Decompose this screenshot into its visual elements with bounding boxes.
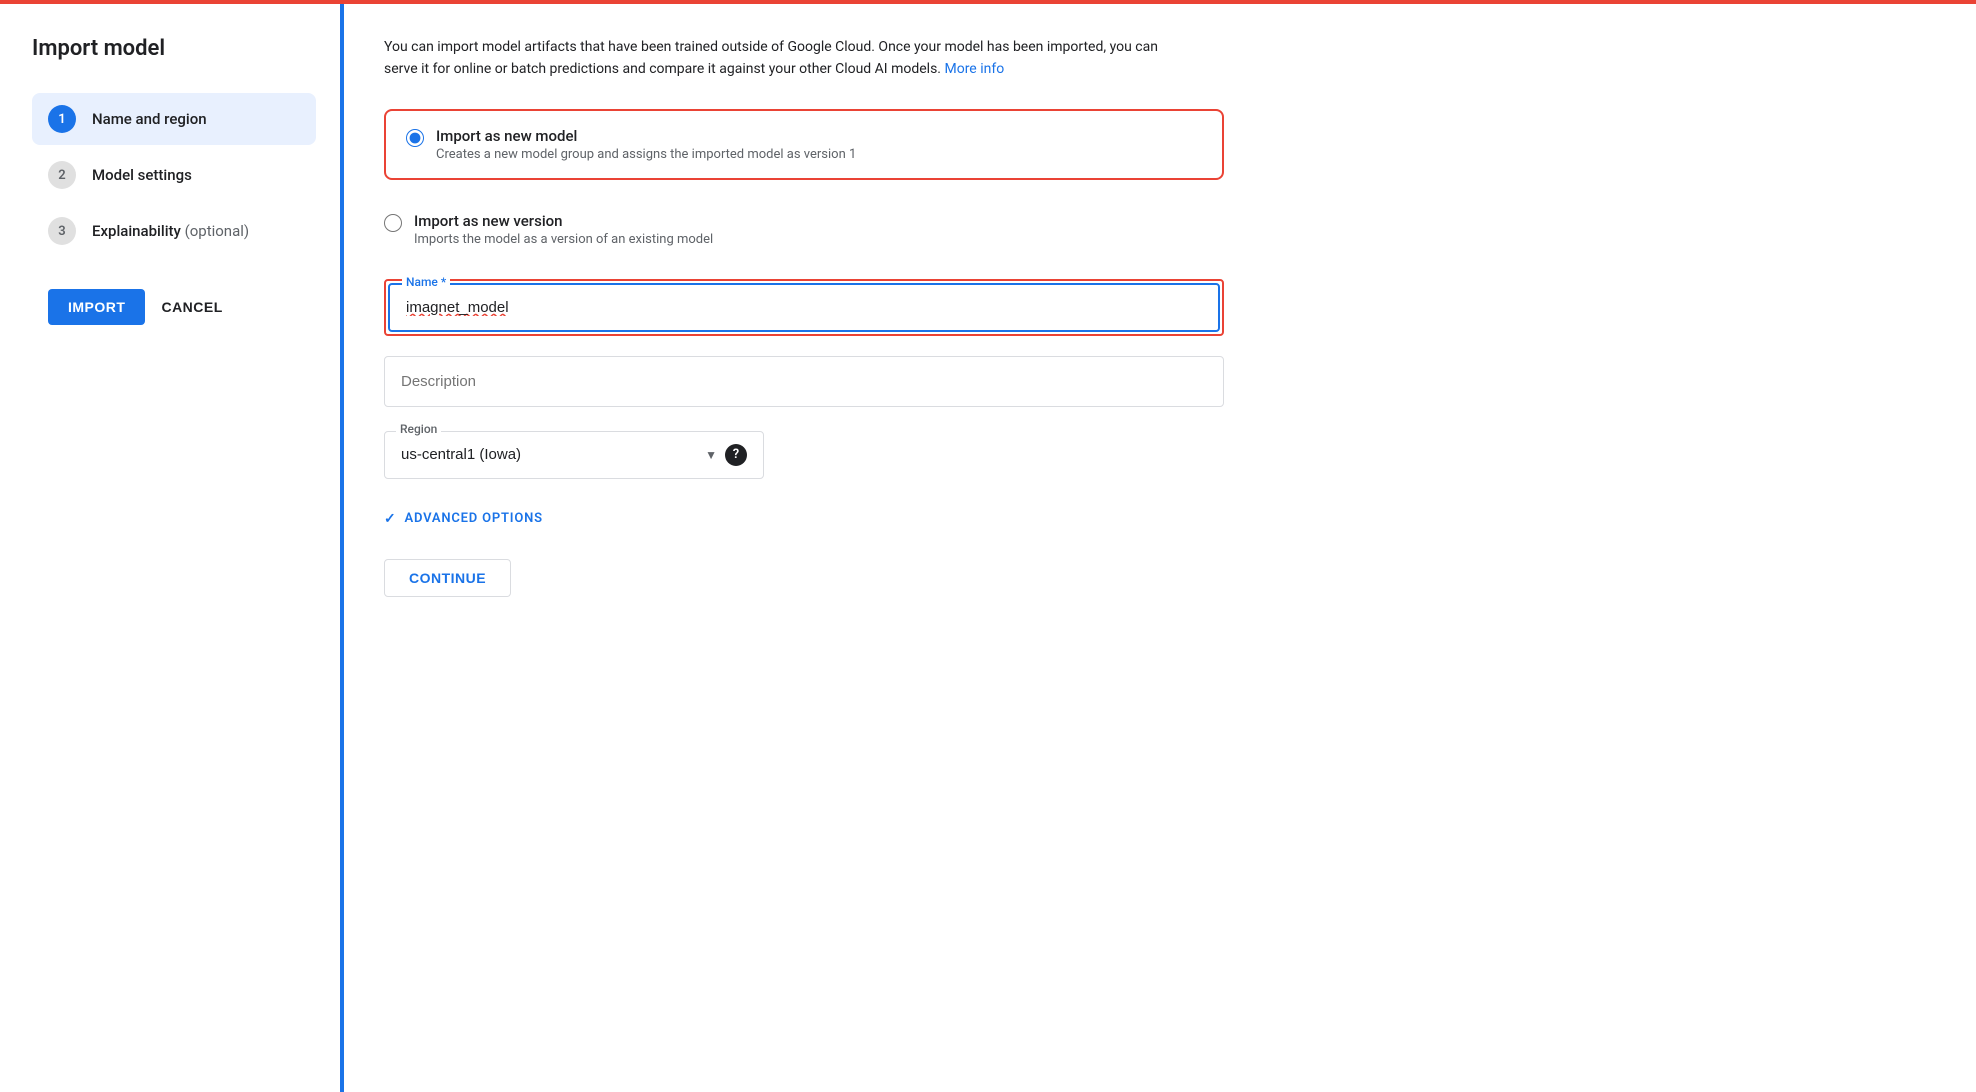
region-label: Region bbox=[396, 422, 441, 436]
radio-new-model-input[interactable] bbox=[406, 129, 424, 147]
name-field-red-border: Name * bbox=[384, 279, 1224, 336]
region-chevron-icon: ▼ bbox=[705, 448, 717, 462]
description-input[interactable] bbox=[385, 357, 1223, 406]
advanced-options-toggle[interactable]: ✓ ADVANCED OPTIONS bbox=[384, 511, 1936, 527]
step-item-1[interactable]: 1 Name and region bbox=[32, 93, 316, 145]
radio-new-version-input[interactable] bbox=[384, 214, 402, 232]
cancel-button[interactable]: CANCEL bbox=[161, 299, 222, 315]
more-info-link[interactable]: More info bbox=[944, 61, 1004, 77]
sidebar: Import model 1 Name and region 2 Model s… bbox=[0, 4, 340, 1092]
radio-new-version-title: Import as new version bbox=[414, 212, 713, 230]
radio-option-new-version[interactable]: Import as new version Imports the model … bbox=[384, 196, 1224, 263]
radio-new-model-subtitle: Creates a new model group and assigns th… bbox=[436, 147, 856, 162]
radio-new-model-title: Import as new model bbox=[436, 127, 856, 145]
region-select-box: us-central1 (Iowa) us-east1 europe-west1… bbox=[384, 431, 764, 479]
region-field-wrapper: Region us-central1 (Iowa) us-east1 europ… bbox=[384, 431, 764, 479]
continue-button[interactable]: CONTINUE bbox=[384, 559, 511, 597]
step-label-1: Name and region bbox=[92, 110, 207, 128]
import-button[interactable]: IMPORT bbox=[48, 289, 145, 325]
name-field-blue-border: Name * bbox=[388, 283, 1220, 332]
advanced-chevron-icon: ✓ bbox=[384, 511, 397, 527]
step-circle-3: 3 bbox=[48, 217, 76, 245]
advanced-options-label: ADVANCED OPTIONS bbox=[405, 511, 543, 526]
step-circle-2: 2 bbox=[48, 161, 76, 189]
region-help-icon[interactable]: ? bbox=[725, 444, 747, 466]
name-field-label: Name * bbox=[402, 275, 450, 289]
sidebar-actions: IMPORT CANCEL bbox=[32, 289, 316, 325]
step-label-2: Model settings bbox=[92, 166, 192, 184]
step-circle-1: 1 bbox=[48, 105, 76, 133]
intro-text: You can import model artifacts that have… bbox=[384, 36, 1164, 81]
radio-option-new-model[interactable]: Import as new model Creates a new model … bbox=[384, 109, 1224, 180]
main-content: You can import model artifacts that have… bbox=[344, 4, 1976, 1092]
step-label-3: Explainability (optional) bbox=[92, 222, 249, 240]
name-input[interactable] bbox=[390, 285, 1218, 330]
step-item-2[interactable]: 2 Model settings bbox=[32, 149, 316, 201]
description-field-wrapper bbox=[384, 356, 1224, 407]
name-field-container: Name * bbox=[384, 279, 1224, 336]
radio-new-model-text: Import as new model Creates a new model … bbox=[436, 127, 856, 162]
region-select[interactable]: us-central1 (Iowa) us-east1 europe-west1… bbox=[401, 446, 705, 463]
step-item-3[interactable]: 3 Explainability (optional) bbox=[32, 205, 316, 257]
radio-new-version-subtitle: Imports the model as a version of an exi… bbox=[414, 232, 713, 247]
page-title: Import model bbox=[32, 36, 316, 61]
radio-new-version-text: Import as new version Imports the model … bbox=[414, 212, 713, 247]
